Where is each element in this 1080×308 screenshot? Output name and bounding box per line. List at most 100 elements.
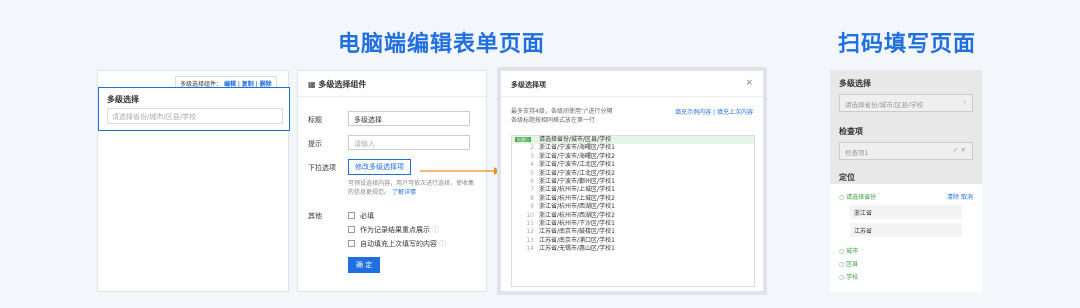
line-number: 10 xyxy=(526,211,534,219)
line-text: 浙江省/杭州市/西湖区/学校1 xyxy=(539,203,615,211)
desc-line: 最多支持4级，各级间使用"/"进行分隔 xyxy=(511,108,613,115)
line-text: 浙江省/宁波市/鄞州区/学校1 xyxy=(539,177,615,185)
clear-button[interactable]: 清除 xyxy=(947,194,959,201)
line-number: 5 xyxy=(530,169,534,177)
close-icon[interactable]: × xyxy=(745,78,753,88)
level-item: ○ 学校 xyxy=(839,274,859,281)
hint-label: 提示 xyxy=(308,140,322,148)
title-input[interactable]: 多级选择 xyxy=(348,111,470,126)
line-text: 浙江省/宁波市/海曙区/学校1 xyxy=(539,144,615,152)
autofill-checkbox[interactable]: 自动填充上次填写的内容 ⓘ xyxy=(348,239,446,249)
mobile-section-title: 多级选择 xyxy=(839,79,871,88)
line-number: 标题行 xyxy=(512,136,534,144)
level-item: ○ 区县 xyxy=(839,261,859,268)
mobile-check-box[interactable]: 检查项1 ✓ ✕ xyxy=(839,142,973,160)
chevron-right-icon: › xyxy=(963,98,966,106)
options-dialog: 多级选择项 × 最多支持4级，各级间使用"/"进行分隔 各级标题按相同格式放在第… xyxy=(500,70,764,292)
editor-line: 4 浙江省/宁波市/江北区/学校1 xyxy=(512,161,754,169)
line-number: 12 xyxy=(526,228,534,236)
multi-select-field[interactable]: 多级选择 请选择省份/城市/区县/学校 xyxy=(98,87,290,131)
sheet-actions: 清除 取消 xyxy=(947,192,973,201)
line-text: 请选择省份/城市/区县/学校 xyxy=(539,136,612,143)
mobile-placeholder: 请选择省份/城市/区县/学校 xyxy=(845,101,924,109)
editor-line: 7 浙江省/杭州市/上城区/学校1 xyxy=(512,186,754,194)
ok-button[interactable]: 确 定 xyxy=(348,257,381,273)
editor-line: 12 江苏省/南京市/鼓楼区/学校1 xyxy=(512,228,754,236)
editor-line: 13 江苏省/南京市/浦口区/学校1 xyxy=(512,237,754,245)
line-number: 13 xyxy=(526,236,534,244)
title-value: 多级选择 xyxy=(354,116,382,124)
cancel-button[interactable]: 取消 xyxy=(961,194,973,201)
editor-line: 9 浙江省/杭州市/西湖区/学校1 xyxy=(512,203,754,211)
hint-placeholder: 请输入 xyxy=(354,140,375,148)
selection-sheet: ○ 请选择省份 清除 取消 浙江省 江苏省 ○ 城市 ○ 区县 ○ 学校 xyxy=(830,184,982,292)
level-label: 学校 xyxy=(846,274,859,281)
options-hint: 可预设选择内容，用户可依次进行选择，使收集的信息更规范。 了解详情 xyxy=(348,179,474,197)
other-label: 其他 xyxy=(308,212,322,220)
line-text: 浙江省/杭州市/西湖区/学校2 xyxy=(539,211,615,219)
level-label: 区县 xyxy=(846,261,859,268)
line-number: 14 xyxy=(526,245,534,253)
fill-links: 填充示例内容 | 填充上次内容 xyxy=(675,109,753,116)
option-item[interactable]: 浙江省 xyxy=(850,205,962,219)
option-item[interactable]: 江苏省 xyxy=(850,223,962,237)
hint-input[interactable]: 请输入 xyxy=(348,135,470,150)
component-icon: ▦ xyxy=(308,80,319,89)
line-number: 8 xyxy=(530,194,534,202)
editor-line: 14 江苏省/无锡市/惠山区/学校1 xyxy=(512,245,754,253)
line-number: 6 xyxy=(530,177,534,185)
arrow-icon xyxy=(420,167,500,175)
options-editor[interactable]: 标题行 请选择省份/城市/区县/学校 2 浙江省/宁波市/海曙区/学校1 3 浙江省/宁波… xyxy=(511,135,755,287)
settings-panel: ▦ 多级选择组件 标题 多级选择 提示 请输入 下拉选项 修改多级选择项 可预设… xyxy=(297,70,487,292)
editor-line: 8 浙江省/杭州市/上城区/学校2 xyxy=(512,195,754,203)
level-label: 城市 xyxy=(846,248,859,255)
line-text: 江苏省/南京市/浦口区/学校1 xyxy=(539,236,615,244)
required-checkbox[interactable]: 必填 xyxy=(348,211,374,221)
check-label: 作为记录结果重点展示 xyxy=(360,226,430,234)
line-text: 江苏省/无锡市/惠山区/学校1 xyxy=(539,245,615,253)
settings-header: ▦ 多级选择组件 xyxy=(298,71,486,97)
line-text: 浙江省/宁波市/江北区/学校1 xyxy=(539,161,615,169)
line-number: 11 xyxy=(526,219,534,227)
dialog-header: 多级选择项 × xyxy=(501,71,763,97)
edit-options-button[interactable]: 修改多级选择项 xyxy=(348,159,411,175)
field-placeholder: 请选择省份/城市/区县/学校 xyxy=(112,113,197,121)
mobile-title: 扫码填写页面 xyxy=(838,32,977,57)
settings-title: 多级选择组件 xyxy=(318,80,367,89)
field-label: 多级选择 xyxy=(107,95,139,104)
sheet-selected-label: 请选择省份 xyxy=(846,194,877,201)
fill-example-link[interactable]: 填充示例内容 xyxy=(675,109,711,116)
mobile-page: 多级选择 请选择省份/城市/区县/学校 › 检查项 检查项1 ✓ ✕ 定位 ○ 请选… xyxy=(830,70,982,292)
desc-line: 各级标题按相同格式放在第一行 xyxy=(511,117,596,124)
sheet-selected: ○ 请选择省份 xyxy=(839,194,877,201)
mobile-select-box[interactable]: 请选择省份/城市/区县/学校 › xyxy=(839,94,973,112)
check-label: 自动填充上次填写的内容 xyxy=(360,240,437,248)
dialog-title: 多级选择项 xyxy=(511,81,546,89)
line-text: 浙江省/宁波市/海曙区/学校2 xyxy=(539,152,615,160)
options-label: 下拉选项 xyxy=(308,164,336,172)
editor-line: 10 浙江省/杭州市/西湖区/学校2 xyxy=(512,212,754,220)
highlight-checkbox[interactable]: 作为记录结果重点展示 ⓘ xyxy=(348,225,439,235)
learn-more-link[interactable]: 了解详情 xyxy=(392,189,416,196)
fill-last-link[interactable]: 填充上次内容 xyxy=(717,109,753,116)
line-text: 浙江省/杭州市/下沙区/学校1 xyxy=(539,219,615,227)
mobile-section-title: 定位 xyxy=(839,173,855,182)
line-text: 浙江省/宁波市/江北区/学校2 xyxy=(539,169,615,177)
line-number: 7 xyxy=(530,186,534,194)
field-input[interactable]: 请选择省份/城市/区县/学校 xyxy=(107,108,283,124)
help-icon: ⓘ xyxy=(439,240,447,248)
title-row-tag: 标题行 xyxy=(515,137,531,142)
check-label: 必填 xyxy=(360,212,374,220)
line-text: 浙江省/杭州市/上城区/学校2 xyxy=(539,194,615,202)
mobile-section-title: 检查项 xyxy=(839,127,863,136)
desktop-title: 电脑端编辑表单页面 xyxy=(338,32,546,57)
title-label: 标题 xyxy=(308,116,322,124)
editor-line: 3 浙江省/宁波市/海曙区/学校2 xyxy=(512,153,754,161)
editor-line: 2 浙江省/宁波市/海曙区/学校1 xyxy=(512,144,754,152)
line-number: 4 xyxy=(530,161,534,169)
line-text: 浙江省/杭州市/上城区/学校1 xyxy=(539,186,615,194)
check-close-icons[interactable]: ✓ ✕ xyxy=(953,146,966,154)
editor-line: 5 浙江省/宁波市/江北区/学校2 xyxy=(512,170,754,178)
line-number: 3 xyxy=(530,152,534,160)
line-number: 9 xyxy=(530,203,534,211)
